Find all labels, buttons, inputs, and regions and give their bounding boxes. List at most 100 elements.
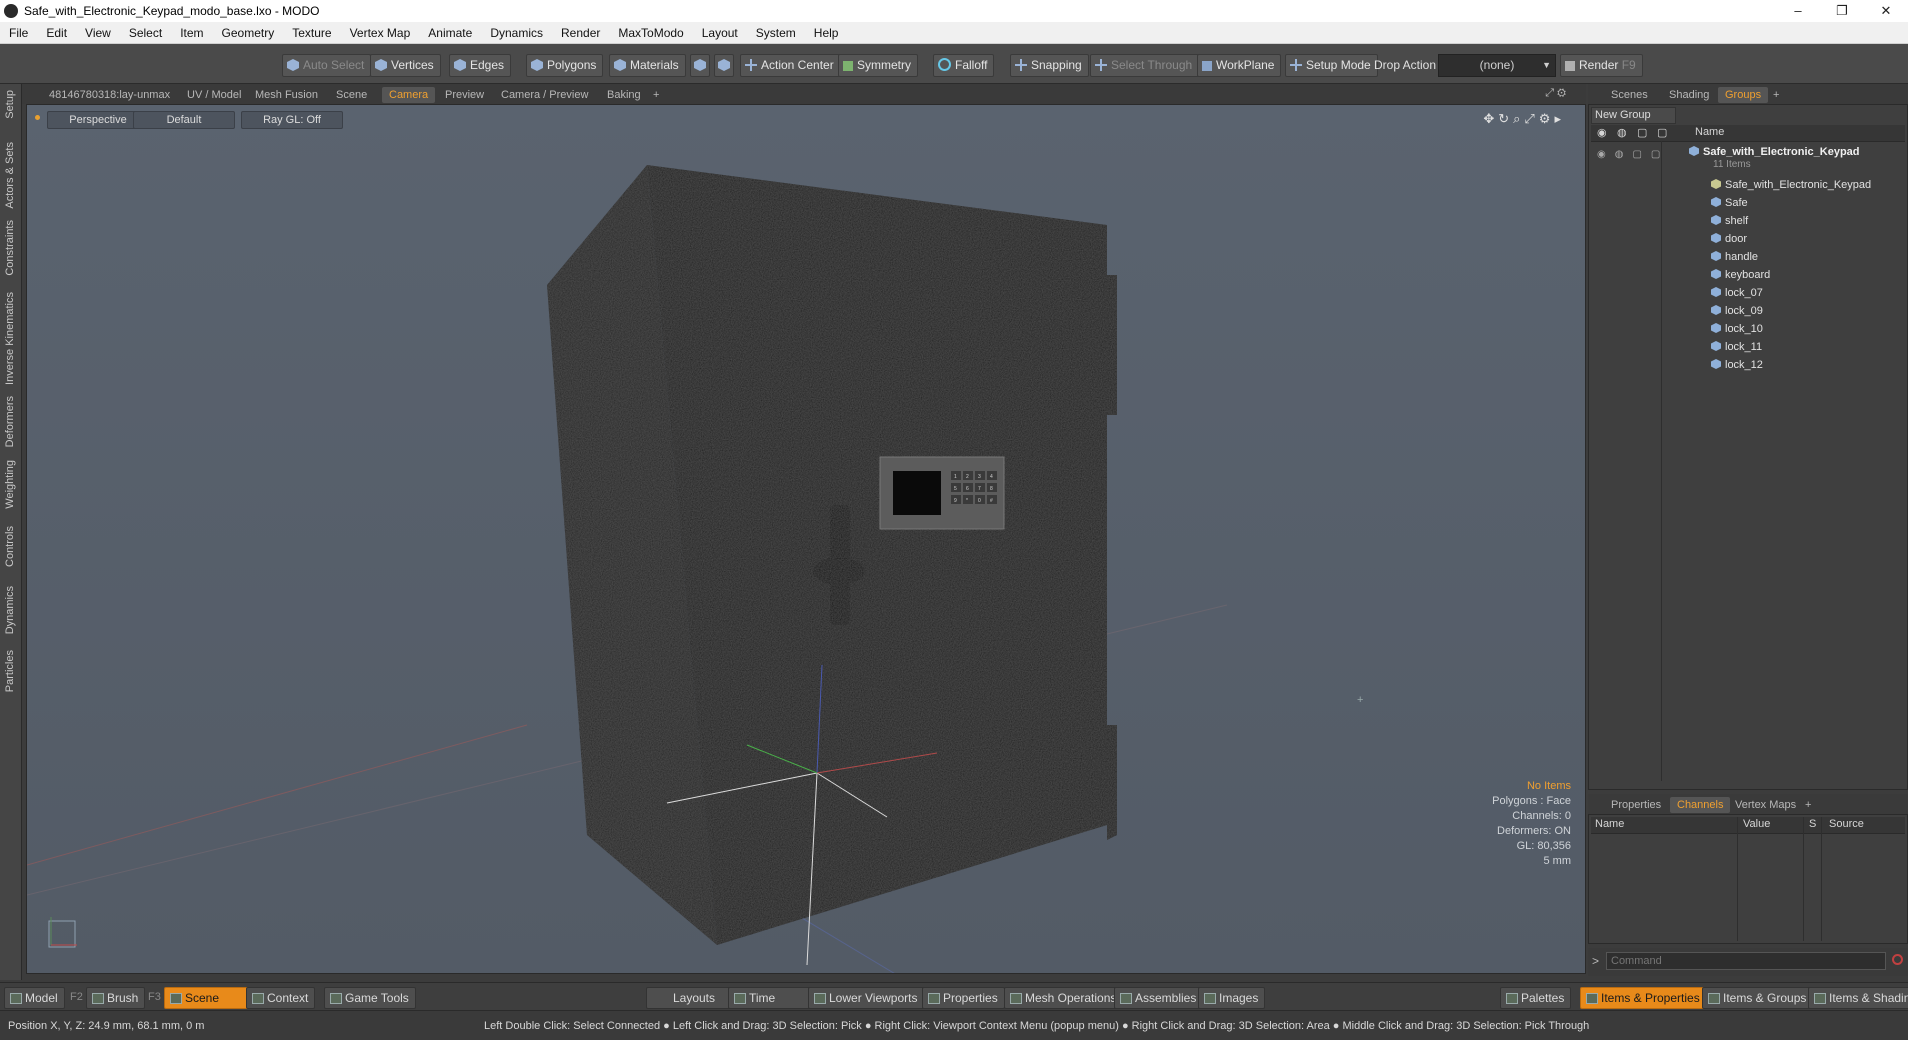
lower-viewports-button[interactable]: Lower Viewports <box>808 987 925 1009</box>
command-input[interactable] <box>1606 952 1886 970</box>
select-through-button[interactable]: Select Through <box>1090 54 1200 77</box>
col-s[interactable]: S <box>1809 818 1816 830</box>
record-icon[interactable] <box>1892 954 1903 965</box>
mesh-operations-button[interactable]: Mesh Operations <box>1004 987 1124 1009</box>
restore-icon[interactable]: ❐ <box>1820 0 1864 22</box>
materials-button[interactable]: Materials <box>609 54 686 77</box>
polygons-button[interactable]: Polygons <box>526 54 604 77</box>
items-groups-button[interactable]: Items & Groups <box>1702 987 1814 1009</box>
tab-baking[interactable]: Baking <box>600 87 648 103</box>
tree-item[interactable]: lock_10 <box>1711 322 1763 337</box>
menu-animate[interactable]: Animate <box>419 22 481 44</box>
col-value[interactable]: Value <box>1743 818 1770 830</box>
tab-setup[interactable]: Setup <box>4 90 16 119</box>
minimize-icon[interactable]: – <box>1776 0 1820 22</box>
images-button[interactable]: Images <box>1198 987 1266 1009</box>
tab-vertex-maps[interactable]: Vertex Maps <box>1728 797 1803 813</box>
tree-item[interactable]: lock_07 <box>1711 286 1763 301</box>
col-source[interactable]: Source <box>1829 818 1864 830</box>
col-name[interactable]: Name <box>1595 818 1624 830</box>
select-mode-a-button[interactable] <box>690 54 710 77</box>
workplane-button[interactable]: WorkPlane <box>1197 54 1282 77</box>
menu-select[interactable]: Select <box>120 22 171 44</box>
layout-brush-button[interactable]: Brush <box>86 987 146 1009</box>
properties-button[interactable]: Properties <box>922 987 1005 1009</box>
tab-inverse-kinematics[interactable]: Inverse Kinematics <box>4 292 16 385</box>
layout-game-tools-button[interactable]: Game Tools <box>324 987 416 1009</box>
visibility-col-icon[interactable]: ◉ <box>1597 126 1607 139</box>
items-shading-button[interactable]: Items & Shading <box>1808 987 1908 1009</box>
tab-constraints[interactable]: Constraints <box>4 220 16 276</box>
falloff-button[interactable]: Falloff <box>933 54 995 77</box>
tree-item[interactable]: lock_12 <box>1711 358 1763 373</box>
menu-geometry[interactable]: Geometry <box>213 22 284 44</box>
items-properties-button[interactable]: Items & Properties <box>1580 987 1707 1009</box>
layouts-button[interactable]: Layouts <box>646 987 740 1009</box>
tab-weighting[interactable]: Weighting <box>4 460 16 509</box>
add-channel-tab-button[interactable]: + <box>1798 797 1818 813</box>
lock-col-icon[interactable]: ▢ <box>1637 126 1647 139</box>
setup-mode-button[interactable]: Setup Mode <box>1285 54 1378 77</box>
add-right-tab-button[interactable]: + <box>1766 87 1786 103</box>
menu-view[interactable]: View <box>76 22 120 44</box>
tree-item[interactable]: lock_11 <box>1711 340 1762 355</box>
tab-scene[interactable]: Scene <box>329 87 374 103</box>
menu-file[interactable]: File <box>0 22 37 44</box>
tab-particles[interactable]: Particles <box>4 650 16 692</box>
palettes-button[interactable]: Palettes <box>1500 987 1572 1009</box>
snapping-button[interactable]: Snapping <box>1010 54 1089 77</box>
3d-viewport[interactable]: Perspective Default Ray GL: Off ✥↻⌕⤢⚙▸ 1… <box>26 104 1586 974</box>
tab-shading[interactable]: Shading <box>1662 87 1716 103</box>
menu-dynamics[interactable]: Dynamics <box>481 22 552 44</box>
tree-item[interactable]: lock_09 <box>1711 304 1763 319</box>
render-button[interactable]: Render F9 <box>1560 54 1643 77</box>
new-group-button[interactable]: New Group <box>1591 107 1676 124</box>
layout-context-button[interactable]: Context <box>246 987 316 1009</box>
edges-button[interactable]: Edges <box>449 54 512 77</box>
layout-model-button[interactable]: Model <box>4 987 65 1009</box>
menu-texture[interactable]: Texture <box>283 22 340 44</box>
tab-camera[interactable]: Camera <box>382 87 436 103</box>
tab-preview[interactable]: Preview <box>438 87 491 103</box>
tree-item[interactable]: Safe_with_Electronic_Keypad <box>1711 178 1871 193</box>
menu-item[interactable]: Item <box>171 22 212 44</box>
select-col-icon[interactable]: ▢ <box>1657 126 1667 139</box>
viewport-maximize-icon[interactable]: ⤢ ⚙ <box>1545 87 1566 100</box>
symmetry-button[interactable]: Symmetry <box>838 54 918 77</box>
root-visibility-icons[interactable]: ◉◍▢▢ <box>1597 149 1669 160</box>
tab-layout-unmax[interactable]: 48146780318:lay-unmax <box>42 87 177 103</box>
select-mode-b-button[interactable] <box>714 54 734 77</box>
tree-item[interactable]: handle <box>1711 250 1758 265</box>
auto-select-button[interactable]: Auto Select <box>282 54 372 77</box>
menu-vertex-map[interactable]: Vertex Map <box>341 22 420 44</box>
tab-dynamics[interactable]: Dynamics <box>4 586 16 634</box>
tab-camera-preview[interactable]: Camera / Preview <box>494 87 595 103</box>
menu-system[interactable]: System <box>747 22 805 44</box>
tab-deformers[interactable]: Deformers <box>4 396 16 447</box>
tab-uv-model[interactable]: UV / Model <box>180 87 248 103</box>
drop-action-select[interactable]: (none) ▼ <box>1438 54 1556 77</box>
name-column-header[interactable]: Name <box>1695 126 1724 138</box>
vertices-button[interactable]: Vertices <box>370 54 441 77</box>
assemblies-button[interactable]: Assemblies <box>1114 987 1204 1009</box>
action-center-button[interactable]: Action Center <box>740 54 841 77</box>
tab-properties[interactable]: Properties <box>1604 797 1668 813</box>
tab-scenes[interactable]: Scenes <box>1604 87 1655 103</box>
menu-edit[interactable]: Edit <box>37 22 76 44</box>
menu-help[interactable]: Help <box>805 22 848 44</box>
menu-layout[interactable]: Layout <box>693 22 747 44</box>
add-tab-button[interactable]: + <box>646 87 666 103</box>
tab-channels[interactable]: Channels <box>1670 797 1731 813</box>
render-col-icon[interactable]: ◍ <box>1617 126 1627 139</box>
tree-item[interactable]: door <box>1711 232 1747 247</box>
tab-controls[interactable]: Controls <box>4 526 16 567</box>
tab-groups[interactable]: Groups <box>1718 87 1769 103</box>
tab-mesh-fusion[interactable]: Mesh Fusion <box>248 87 325 103</box>
tree-item[interactable]: keyboard <box>1711 268 1770 283</box>
tab-actors-sets[interactable]: Actors & Sets <box>4 142 16 209</box>
menu-maxtomodo[interactable]: MaxToModo <box>609 22 692 44</box>
menu-render[interactable]: Render <box>552 22 609 44</box>
tree-item[interactable]: shelf <box>1711 214 1748 229</box>
close-icon[interactable]: ✕ <box>1864 0 1908 22</box>
tree-item[interactable]: Safe <box>1711 196 1748 211</box>
